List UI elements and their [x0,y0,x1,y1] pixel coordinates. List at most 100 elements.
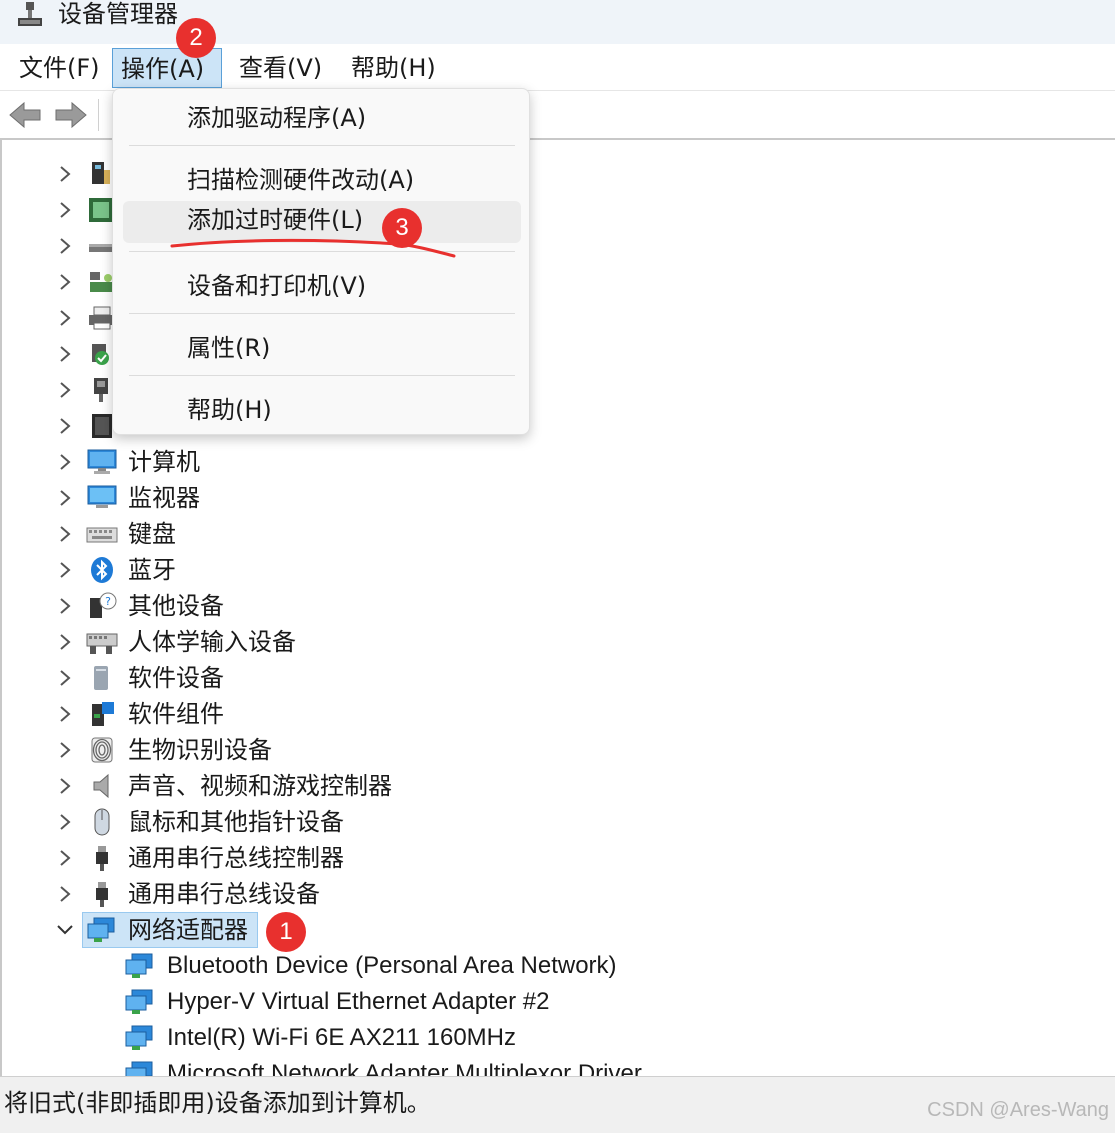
hid-icon [86,633,118,654]
menu-bar: 文件(F) 操作(A) 查看(V) 帮助(H) [0,44,1115,90]
software-device-icon [94,666,108,690]
menu-item-scan-hardware[interactable]: 扫描检测硬件改动(A) [123,159,521,201]
tree-node-hid[interactable]: 人体学输入设备 [2,624,1102,660]
menu-view[interactable]: 查看(V) [231,48,330,88]
tree-child-node[interactable]: Hyper-V Virtual Ethernet Adapter #2 [2,984,1102,1020]
tree-child-label: Microsoft Network Adapter Multiplexor Dr… [167,1060,642,1076]
tree-node-label: 监视器 [128,484,200,512]
chevron-right-icon[interactable] [56,884,74,904]
speaker-icon [93,773,109,799]
tree-node-usb-devices[interactable]: 通用串行总线设备 [2,876,1102,912]
arrow-right-icon[interactable] [54,101,88,129]
computer-icon [87,449,117,474]
title-bar: 设备管理器 [0,0,1115,44]
chevron-right-icon[interactable] [56,848,74,868]
chevron-right-icon[interactable] [56,524,74,544]
unknown-device-icon: ? [90,592,117,618]
tree-node-label: 鼠标和其他指针设备 [128,808,344,836]
network-adapter-icon [125,989,153,1014]
chevron-right-icon[interactable] [56,668,74,688]
tree-node-bluetooth[interactable]: 蓝牙 [2,552,1102,588]
chevron-right-icon[interactable] [56,272,74,292]
tree-node-other-devices[interactable]: ? 其他设备 [2,588,1102,624]
usb-icon [96,846,108,871]
chevron-right-icon[interactable] [56,740,74,760]
chevron-right-icon[interactable] [56,164,74,184]
tree-node-usb-controllers[interactable]: 通用串行总线控制器 [2,840,1102,876]
tree-node-sound[interactable]: 声音、视频和游戏控制器 [2,768,1102,804]
menu-separator [129,375,515,376]
menu-item-label: 添加过时硬件(L) [187,206,364,234]
keyboard-icon [86,527,118,543]
chevron-right-icon[interactable] [56,704,74,724]
tree-child-node[interactable]: Microsoft Network Adapter Multiplexor Dr… [2,1056,1102,1076]
bluetooth-icon [91,557,113,583]
svg-text:?: ? [105,595,111,608]
status-bar: 将旧式(非即插即用)设备添加到计算机。 CSDN @Ares-Wang [0,1076,1115,1133]
chevron-right-icon[interactable] [56,560,74,580]
tree-node-computer[interactable]: 计算机 [2,444,1102,480]
menu-item-help[interactable]: 帮助(H) [123,389,521,431]
network-adapter-icon [125,1061,153,1076]
tree-node-label: 人体学输入设备 [128,628,296,656]
menu-file[interactable]: 文件(F) [11,48,108,88]
tree-child-label: Intel(R) Wi-Fi 6E AX211 160MHz [167,1024,516,1051]
tree-node-label: 声音、视频和游戏控制器 [128,772,392,800]
tree-node-label: 软件设备 [128,664,224,692]
chevron-right-icon[interactable] [56,416,74,436]
menu-item-label: 扫描检测硬件改动(A) [187,166,415,194]
tree-node-label: 生物识别设备 [128,736,272,764]
tree-node-label: 软件组件 [128,700,224,728]
tree-node-label: 通用串行总线控制器 [128,844,344,872]
tree-node-label: 蓝牙 [128,556,176,584]
chevron-right-icon[interactable] [56,596,74,616]
tree-node-network-adapters[interactable]: 网络适配器 [2,912,1102,948]
tree-child-node[interactable]: Intel(R) Wi-Fi 6E AX211 160MHz [2,1020,1102,1056]
tree-node-label: 计算机 [128,448,200,476]
chevron-right-icon[interactable] [56,452,74,472]
chevron-right-icon[interactable] [56,236,74,256]
menu-item-label: 添加驱动程序(A) [187,104,367,132]
tree-child-label: Hyper-V Virtual Ethernet Adapter #2 [167,988,550,1015]
toolbar-separator [98,99,99,131]
menu-item-label: 设备和打印机(V) [187,272,367,300]
menu-item-properties[interactable]: 属性(R) [123,327,521,369]
tree-node-software-devices[interactable]: 软件设备 [2,660,1102,696]
annotation-badge-1: 1 [266,912,306,952]
chevron-right-icon[interactable] [56,812,74,832]
arrow-left-icon[interactable] [8,101,42,129]
status-text: 将旧式(非即插即用)设备添加到计算机。 [4,1089,431,1117]
menu-separator [129,145,515,146]
watermark: CSDN @Ares-Wang [927,1099,1109,1121]
menu-separator [129,313,515,314]
menu-help[interactable]: 帮助(H) [343,48,444,88]
tree-node-biometric[interactable]: 生物识别设备 [2,732,1102,768]
tree-node-label: 网络适配器 [128,916,248,944]
usb-icon [96,882,108,907]
chevron-down-icon[interactable] [56,920,74,940]
tree-node-software-components[interactable]: 软件组件 [2,696,1102,732]
chevron-right-icon[interactable] [56,776,74,796]
menu-item-label: 属性(R) [187,334,271,362]
network-adapter-icon [125,953,153,978]
tree-child-node[interactable]: Bluetooth Device (Personal Area Network) [2,948,1102,984]
tree-node-monitor[interactable]: 监视器 [2,480,1102,516]
chevron-right-icon[interactable] [56,380,74,400]
software-component-icon [92,702,114,726]
chevron-right-icon[interactable] [56,200,74,220]
tree-node-mouse[interactable]: 鼠标和其他指针设备 [2,804,1102,840]
chevron-right-icon[interactable] [56,632,74,652]
chevron-right-icon[interactable] [56,344,74,364]
menu-item-devices-printers[interactable]: 设备和打印机(V) [123,265,521,307]
mouse-icon [94,808,110,836]
annotation-badge-3: 3 [382,208,422,248]
chevron-right-icon[interactable] [56,488,74,508]
tree-node-label: 键盘 [128,520,176,548]
tree-node-keyboard[interactable]: 键盘 [2,516,1102,552]
menu-item-label: 帮助(H) [187,396,272,424]
tree-node-label: 其他设备 [128,592,224,620]
annotation-badge-2: 2 [176,18,216,58]
menu-item-add-driver[interactable]: 添加驱动程序(A) [123,97,521,139]
chevron-right-icon[interactable] [56,308,74,328]
window-title: 设备管理器 [58,0,178,28]
